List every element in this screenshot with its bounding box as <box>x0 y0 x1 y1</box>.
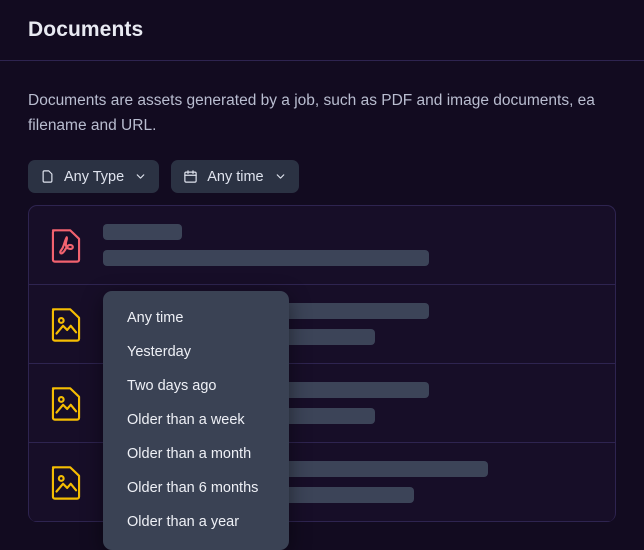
page-title: Documents <box>28 18 144 41</box>
chevron-down-icon <box>274 170 287 183</box>
dropdown-item-older-than-a-month[interactable]: Older than a month <box>103 437 289 471</box>
filter-time-button[interactable]: Any time <box>171 160 299 193</box>
image-file-icon <box>47 382 85 424</box>
dropdown-item-older-than-a-week[interactable]: Older than a week <box>103 403 289 437</box>
dropdown-item-older-than-a-year[interactable]: Older than a year <box>103 505 289 539</box>
filter-type-button[interactable]: Any Type <box>28 160 160 193</box>
chevron-down-icon <box>134 170 147 183</box>
table-row[interactable] <box>29 206 615 285</box>
dropdown-item-two-days-ago[interactable]: Two days ago <box>103 369 289 403</box>
filter-time-label: Any time <box>207 168 264 185</box>
dropdown-item-older-than-6-months[interactable]: Older than 6 months <box>103 471 289 505</box>
filter-type-label: Any Type <box>64 168 125 185</box>
file-icon <box>40 169 55 184</box>
pdf-file-icon <box>47 224 85 266</box>
skeleton-group <box>103 224 597 266</box>
calendar-icon <box>183 169 198 184</box>
dropdown-item-yesterday[interactable]: Yesterday <box>103 335 289 369</box>
time-filter-dropdown[interactable]: Any time Yesterday Two days ago Older th… <box>103 291 289 550</box>
page-body: Documents are assets generated by a job,… <box>0 88 644 550</box>
image-file-icon <box>47 461 85 503</box>
image-file-icon <box>47 303 85 345</box>
skeleton-bar <box>103 250 430 266</box>
page-header: Documents <box>0 0 644 61</box>
page-description: Documents are assets generated by a job,… <box>28 92 595 134</box>
skeleton-bar <box>103 224 183 240</box>
filter-toolbar: Any Type Any time <box>28 160 616 193</box>
dropdown-item-any-time[interactable]: Any time <box>103 301 289 335</box>
